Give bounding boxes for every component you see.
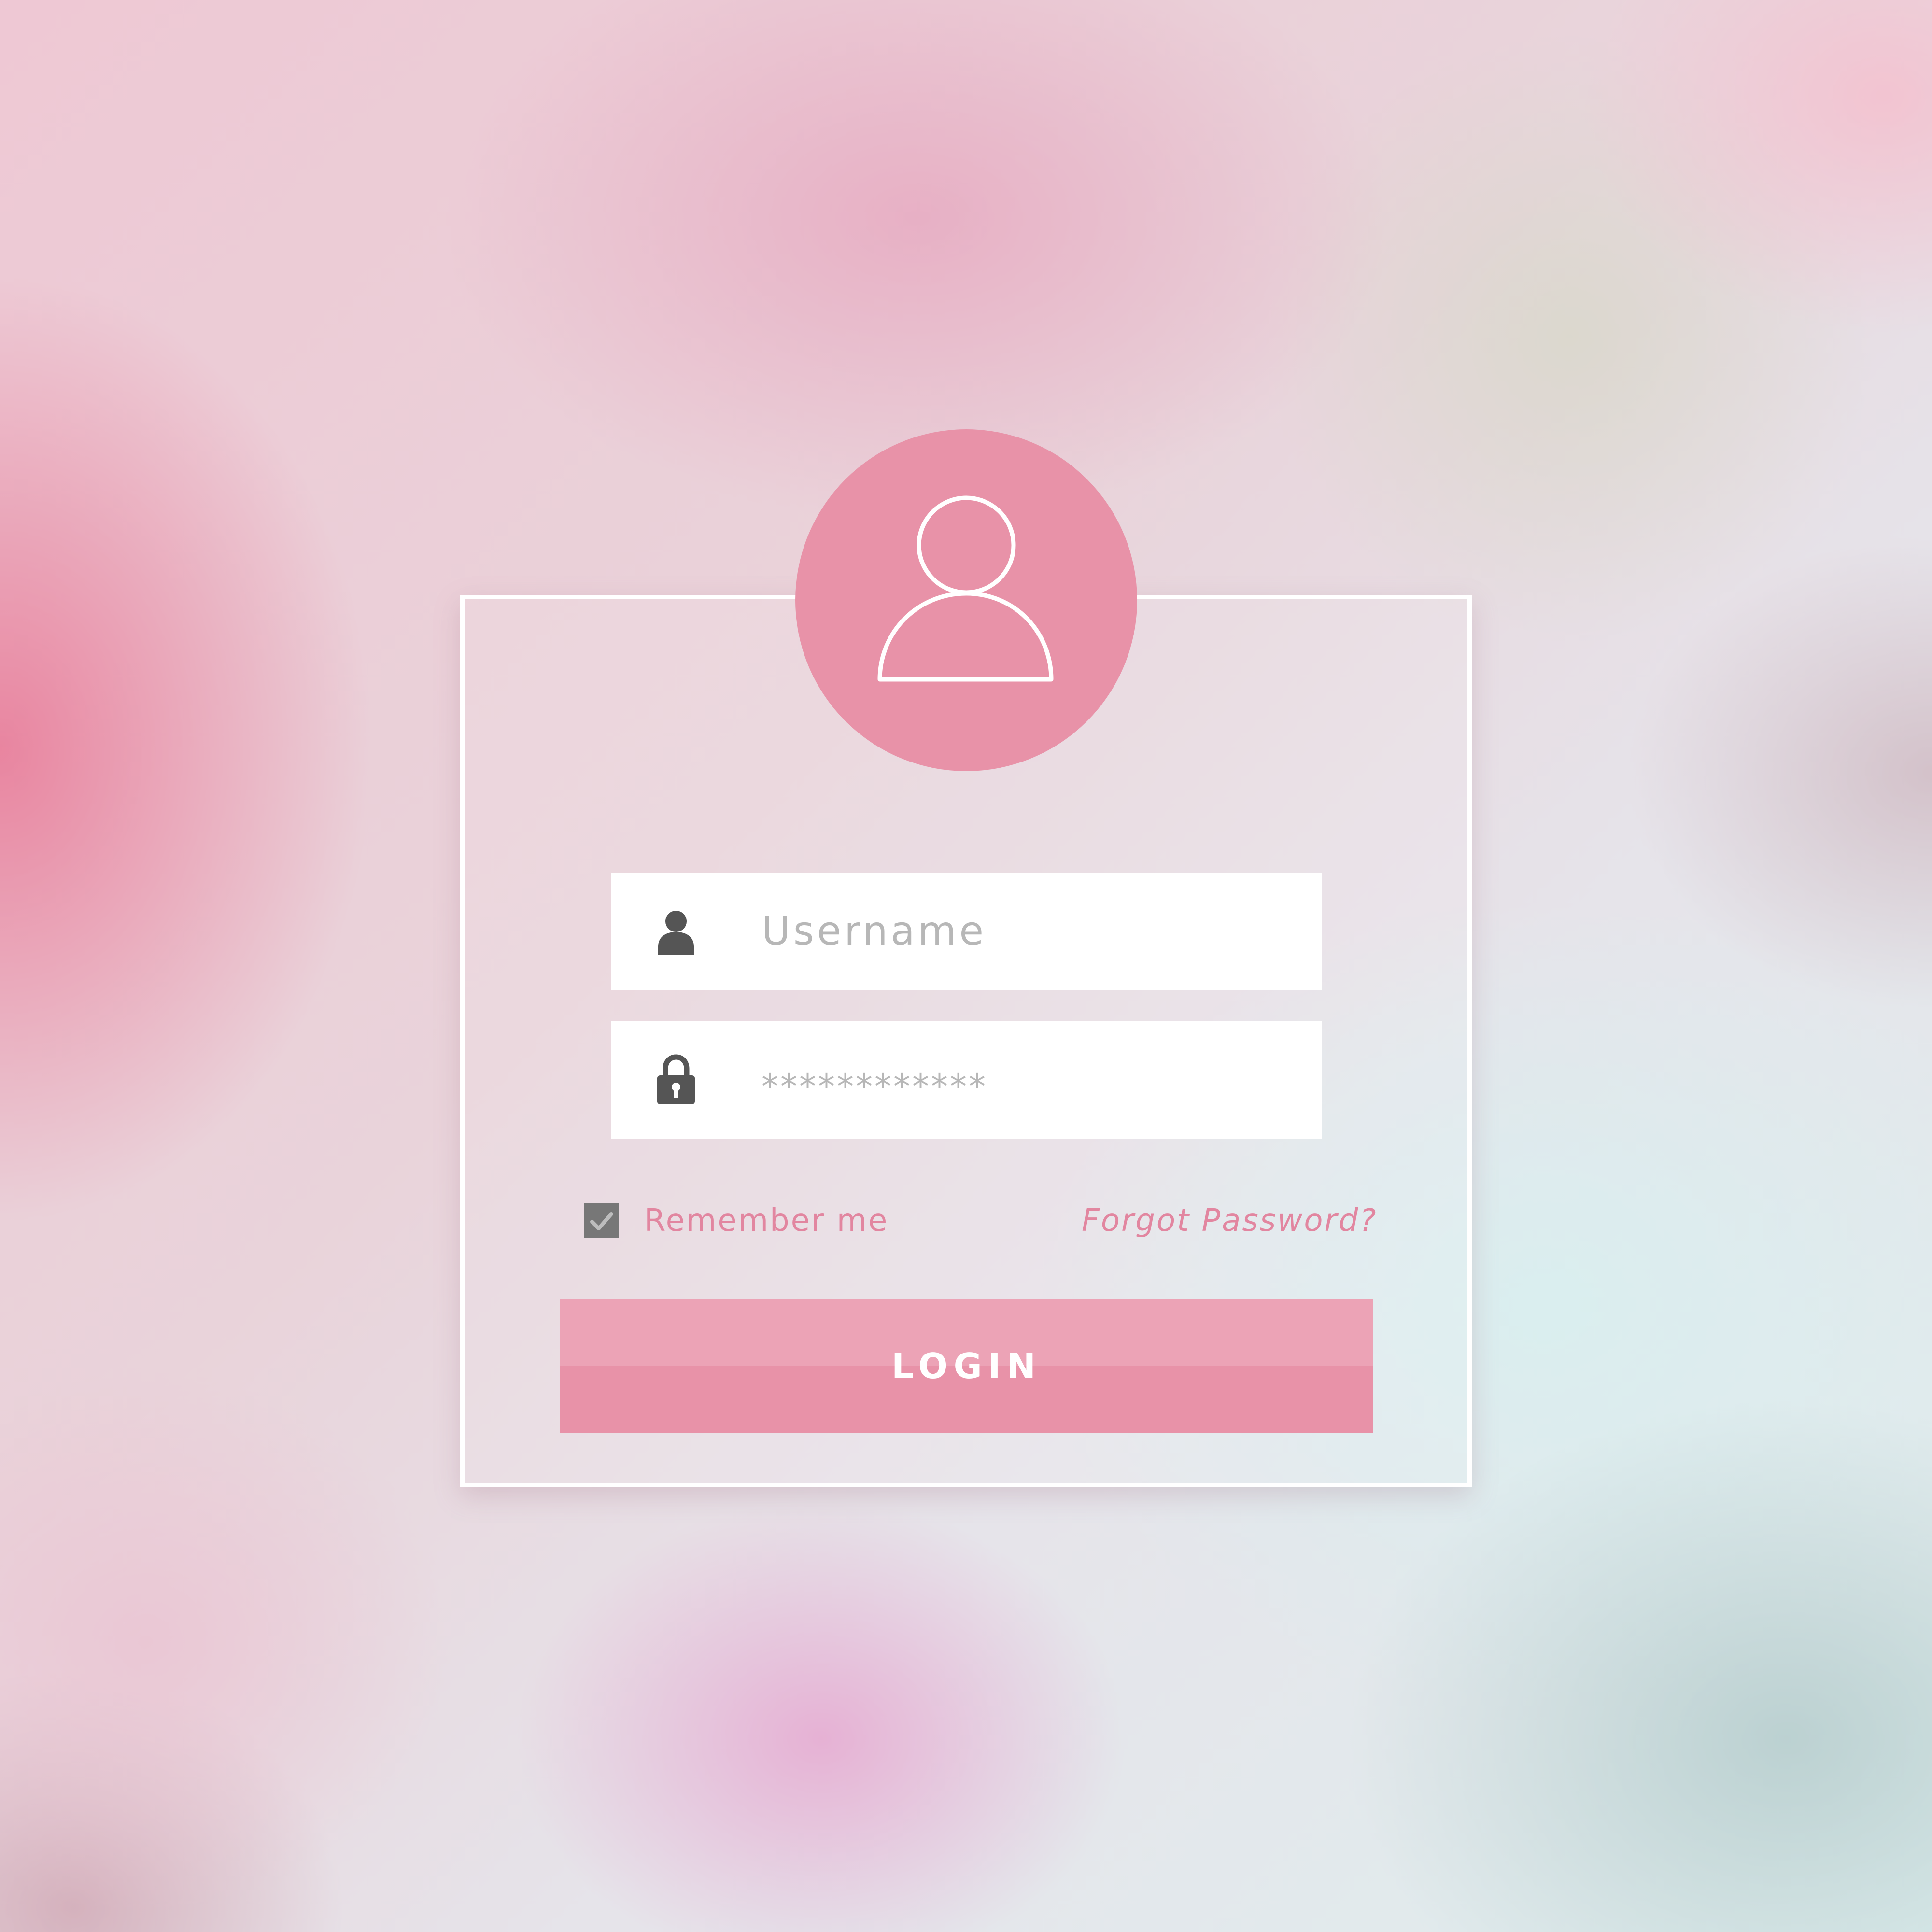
checkmark-icon <box>590 1212 613 1230</box>
login-button-label: LOGIN <box>891 1346 1042 1386</box>
user-outline-icon <box>877 495 1054 682</box>
login-button[interactable]: LOGIN <box>560 1299 1373 1433</box>
avatar <box>795 429 1137 771</box>
lock-icon <box>649 1053 703 1106</box>
password-masked-value: ************ <box>762 1067 987 1106</box>
password-field[interactable]: ************ <box>611 1021 1322 1139</box>
user-icon <box>649 905 703 958</box>
username-field[interactable]: Username <box>611 873 1322 990</box>
remember-me-label[interactable]: Remember me <box>644 1198 888 1244</box>
username-placeholder: Username <box>762 908 987 954</box>
forgot-password-link[interactable]: Forgot Password? <box>1082 1198 1377 1244</box>
remember-me-checkbox[interactable] <box>584 1203 619 1238</box>
